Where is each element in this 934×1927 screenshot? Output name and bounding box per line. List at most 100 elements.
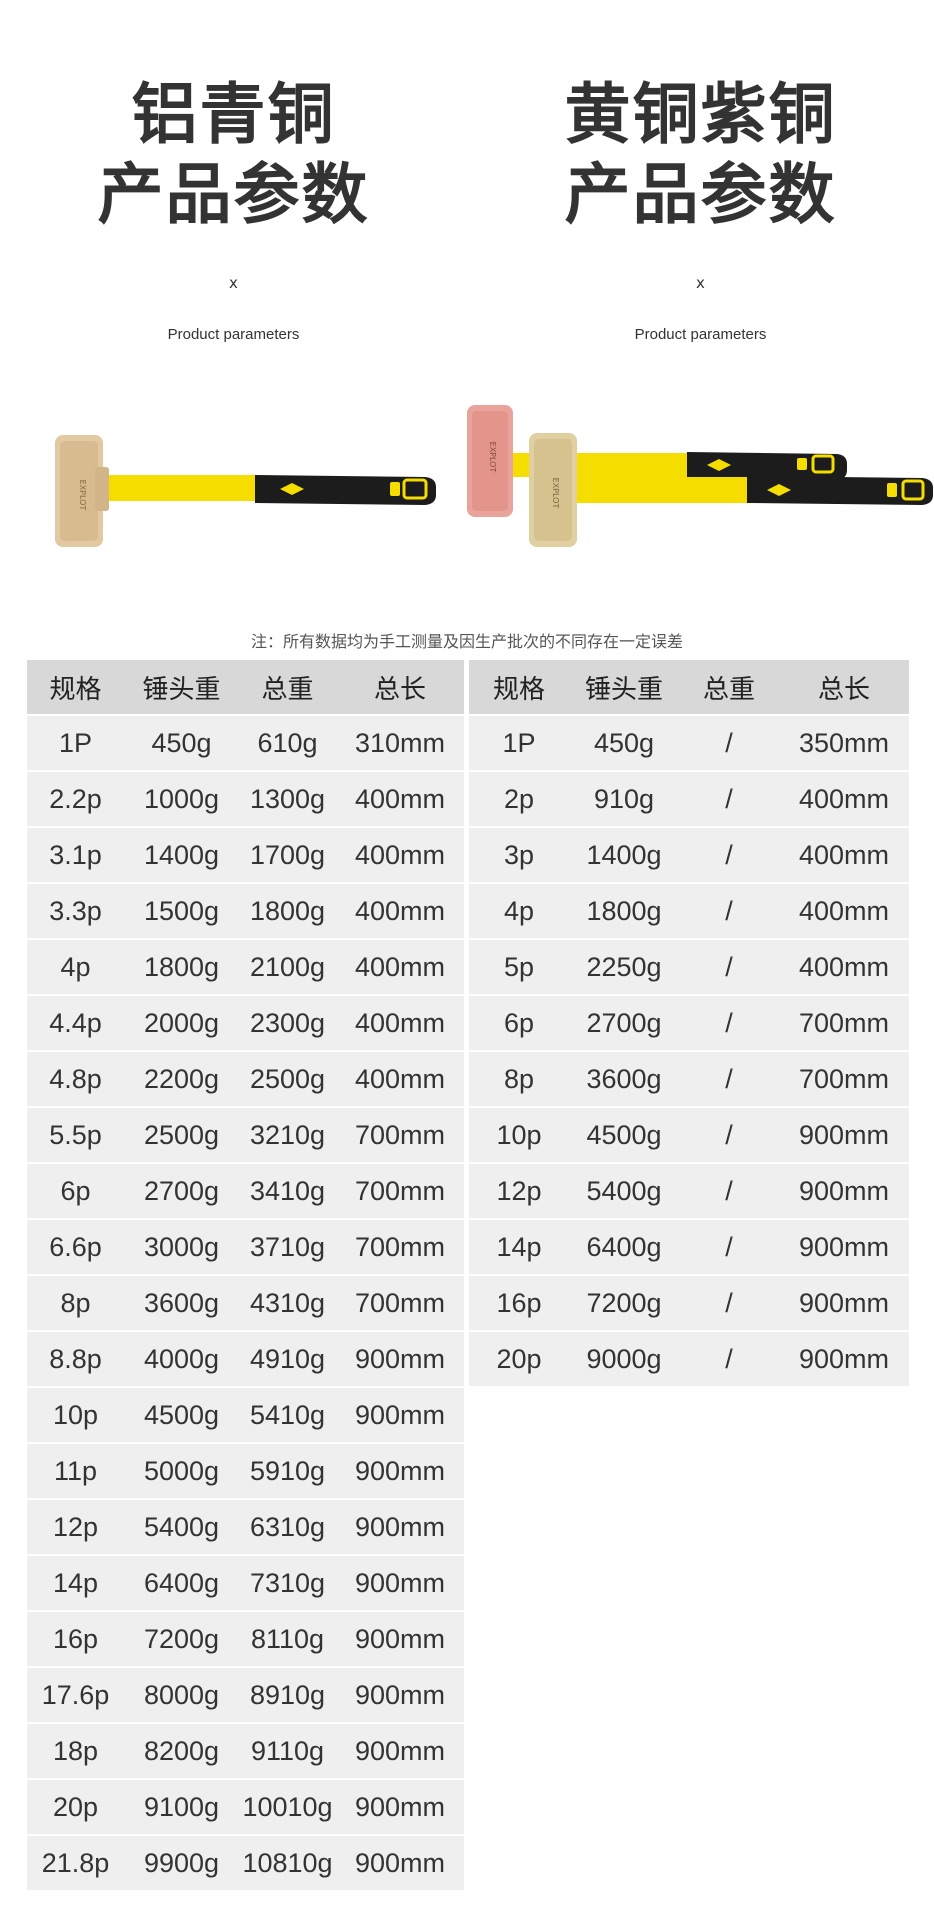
total-weight-cell: / [679,826,779,882]
table-row: 3.3p 1500g 1800g 400mm [27,882,464,938]
spec-cell: 6p [27,1162,124,1218]
spec-cell: 3p [469,826,569,882]
table-row: 20p 9100g 10010g 900mm [27,1778,464,1834]
head-weight-cell: 2700g [124,1162,239,1218]
head-weight-cell: 2200g [124,1050,239,1106]
total-weight-cell: 3710g [239,1218,336,1274]
spec-cell: 4.4p [27,994,124,1050]
head-weight-cell: 8000g [124,1666,239,1722]
spec-cell: 12p [27,1498,124,1554]
total-length-cell: 400mm [779,938,909,994]
head-weight-cell: 4500g [124,1386,239,1442]
column-header-total-weight: 总重 [239,660,336,714]
aluminum-bronze-hammer-image: EXPLOT [0,395,467,585]
table-row: 1P 450g 610g 310mm [27,714,464,770]
head-weight-cell: 1800g [569,882,679,938]
table-row: 5p 2250g/400mm [469,938,909,994]
total-weight-cell: 9110g [239,1722,336,1778]
total-length-cell: 700mm [779,1050,909,1106]
svg-text:EXPLOT: EXPLOT [78,480,87,511]
total-weight-cell: / [679,1162,779,1218]
sledgehammer-pair-icon: EXPLOT EXPLOT [467,405,933,547]
total-length-cell: 400mm [336,994,464,1050]
spec-cell: 8p [27,1274,124,1330]
table-row: 2.2p 1000g 1300g 400mm [27,770,464,826]
head-weight-cell: 4000g [124,1330,239,1386]
total-weight-cell: 10810g [239,1834,336,1890]
total-weight-cell: 10010g [239,1778,336,1834]
column-header-total-length: 总长 [779,660,909,714]
table-row: 1P 450g/350mm [469,714,909,770]
total-length-cell: 400mm [779,770,909,826]
total-weight-cell: 5910g [239,1442,336,1498]
total-weight-cell: 5410g [239,1386,336,1442]
total-length-cell: 700mm [336,1218,464,1274]
spec-cell: 4p [27,938,124,994]
table-row: 4p 1800g/400mm [469,882,909,938]
table-row: 16p 7200g/900mm [469,1274,909,1330]
brass-copper-hammer-image: EXPLOT EXPLOT [467,395,934,585]
head-weight-cell: 2500g [124,1106,239,1162]
spec-cell: 8p [469,1050,569,1106]
head-weight-cell: 2000g [124,994,239,1050]
total-length-cell: 400mm [336,882,464,938]
heading-x-mark: x [229,274,238,292]
total-weight-cell: 2300g [239,994,336,1050]
head-weight-cell: 1800g [124,938,239,994]
head-weight-cell: 6400g [569,1218,679,1274]
spec-cell: 10p [469,1106,569,1162]
spec-cell: 8.8p [27,1330,124,1386]
spec-cell: 20p [27,1778,124,1834]
total-length-cell: 400mm [336,1050,464,1106]
total-length-cell: 900mm [336,1666,464,1722]
table-row: 16p 7200g 8110g 900mm [27,1610,464,1666]
head-weight-cell: 5400g [569,1162,679,1218]
total-length-cell: 900mm [779,1106,909,1162]
total-length-cell: 400mm [336,770,464,826]
column-header-spec: 规格 [469,660,569,714]
table-row: 6p 2700g/700mm [469,994,909,1050]
head-weight-cell: 9900g [124,1834,239,1890]
table-row: 12p 5400g 6310g 900mm [27,1498,464,1554]
total-weight-cell: 2500g [239,1050,336,1106]
total-weight-cell: / [679,1106,779,1162]
total-length-cell: 400mm [779,882,909,938]
spec-cell: 16p [469,1274,569,1330]
table-row: 3.1p 1400g 1700g 400mm [27,826,464,882]
total-length-cell: 350mm [779,714,909,770]
total-weight-cell: 1300g [239,770,336,826]
head-weight-cell: 1500g [124,882,239,938]
spec-cell: 1P [27,714,124,770]
total-weight-cell: / [679,770,779,826]
table-row: 8p 3600g 4310g 700mm [27,1274,464,1330]
head-weight-cell: 450g [569,714,679,770]
column-header-spec: 规格 [27,660,124,714]
total-weight-cell: / [679,994,779,1050]
head-weight-cell: 910g [569,770,679,826]
table-row: 3p 1400g/400mm [469,826,909,882]
aluminum-bronze-heading: 铝青铜 产品参数 x Product parameters [0,75,467,345]
total-length-cell: 900mm [336,1498,464,1554]
total-weight-cell: / [679,882,779,938]
heading-title-line2: 产品参数 [564,156,837,233]
spec-cell: 5p [469,938,569,994]
spec-cell: 14p [27,1554,124,1610]
total-length-cell: 700mm [336,1274,464,1330]
heading-title-line1: 铝青铜 [131,76,336,153]
head-weight-cell: 7200g [569,1274,679,1330]
total-length-cell: 900mm [336,1834,464,1890]
spec-cell: 4.8p [27,1050,124,1106]
head-weight-cell: 3000g [124,1218,239,1274]
table-row: 4.8p 2200g 2500g 400mm [27,1050,464,1106]
spec-cell: 17.6p [27,1666,124,1722]
total-length-cell: 900mm [336,1722,464,1778]
head-weight-cell: 4500g [569,1106,679,1162]
head-weight-cell: 2700g [569,994,679,1050]
spec-cell: 1P [469,714,569,770]
table-row: 18p 8200g 9110g 900mm [27,1722,464,1778]
total-length-cell: 400mm [336,938,464,994]
spec-cell: 11p [27,1442,124,1498]
head-weight-cell: 9000g [569,1330,679,1386]
total-length-cell: 400mm [779,826,909,882]
table-row: 14p 6400g 7310g 900mm [27,1554,464,1610]
